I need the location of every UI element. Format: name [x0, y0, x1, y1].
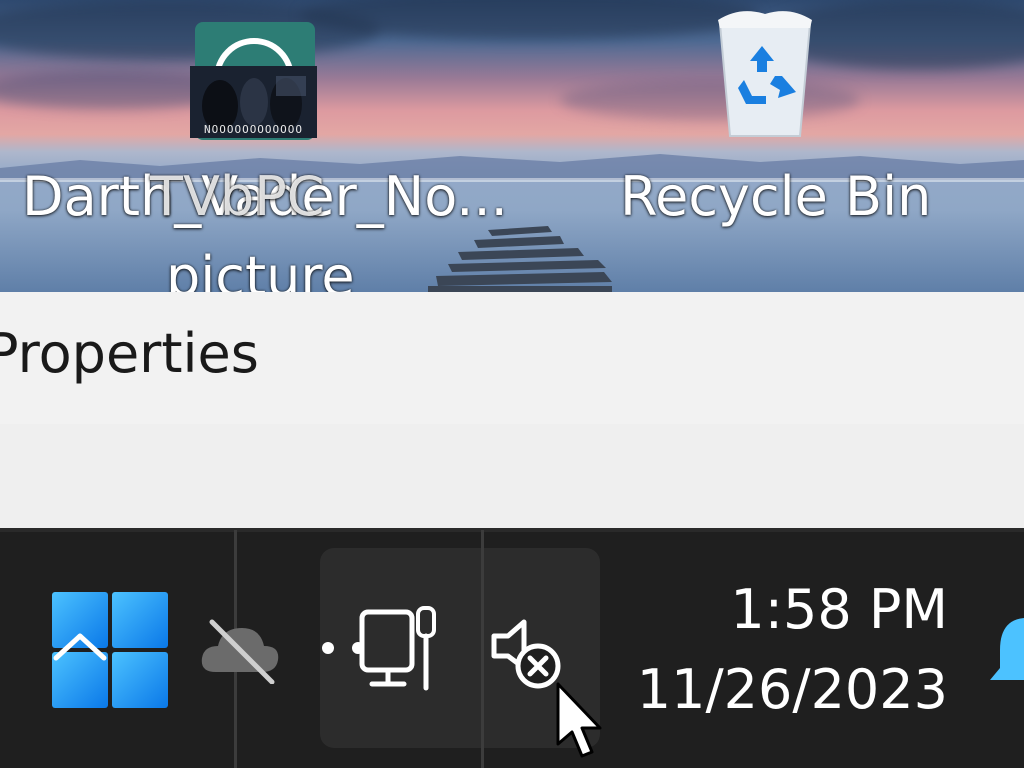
- onedrive-offline-icon[interactable]: [198, 614, 282, 684]
- context-menu: Properties: [0, 292, 1024, 528]
- recycle-bin-icon: [718, 11, 812, 137]
- thumbnail-caption: NOOOOOOOOOOOO: [203, 123, 304, 136]
- menu-item-properties[interactable]: Properties: [0, 292, 1024, 424]
- mouse-cursor-icon: [556, 682, 602, 758]
- volume-muted-icon[interactable]: [488, 616, 564, 690]
- chevron-up-icon[interactable]: [52, 630, 108, 662]
- bell-icon[interactable]: [990, 610, 1024, 690]
- context-menu-empty-area: [0, 424, 1024, 528]
- menu-item-properties-label: Properties: [0, 322, 259, 385]
- image-thumbnail[interactable]: NOOOOOOOOOOOO: [190, 66, 317, 138]
- network-disconnected-icon[interactable]: [318, 604, 442, 692]
- desktop-icon-recycle-bin[interactable]: [700, 6, 830, 144]
- desktop-icon-label-tvbpc[interactable]: TVbPC: [150, 170, 324, 224]
- taskbar-clock-date[interactable]: 11/26/2023: [637, 658, 948, 721]
- desktop-wallpaper: [0, 0, 1024, 292]
- desktop-icon-label-recycle-bin[interactable]: Recycle Bin: [620, 170, 931, 224]
- taskbar-clock-time[interactable]: 1:58 PM: [730, 578, 948, 641]
- taskbar-divider: [481, 530, 484, 768]
